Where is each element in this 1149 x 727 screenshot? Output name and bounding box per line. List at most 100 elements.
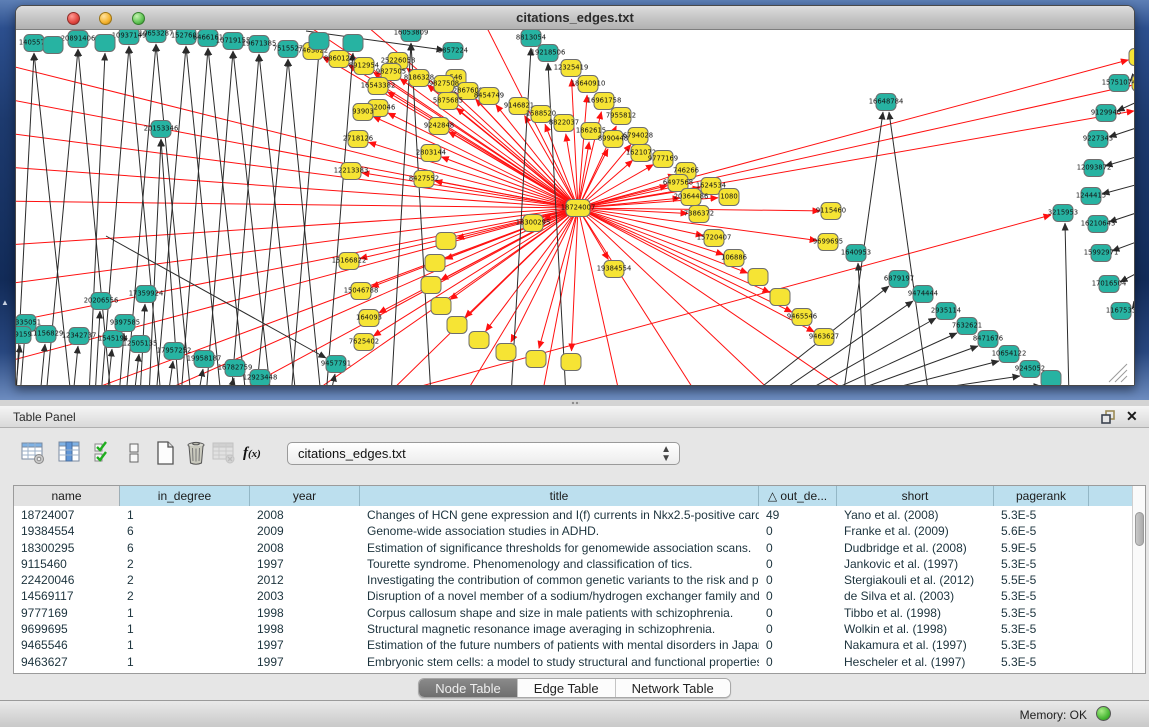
graph-node[interactable] [431,298,451,315]
graph-node[interactable] [309,33,329,50]
table-cell[interactable]: 2008 [250,507,360,523]
table-cell[interactable]: Franke et al. (2009) [837,523,994,539]
table-cell[interactable]: 1997 [250,556,360,572]
table-row[interactable]: 2242004622012Investigating the contribut… [14,572,1133,588]
column-header-year[interactable]: year [250,486,360,506]
graph-node[interactable] [496,344,516,361]
table-cell[interactable]: 6 [120,523,250,539]
table-settings-button[interactable] [20,440,46,466]
table-cell[interactable]: 5.3E-5 [994,507,1089,523]
graph-node[interactable] [1129,49,1134,66]
column-header-name[interactable]: name [14,486,120,506]
table-cell[interactable]: 18300295 [14,540,120,556]
table-cell[interactable]: 5.3E-5 [994,605,1089,621]
network-canvas[interactable]: 1872400774638228860128891295425226058982… [16,30,1134,385]
table-cell[interactable]: Dudbridge et al. (2008) [837,540,994,556]
column-header-short[interactable]: short [837,486,994,506]
close-panel-icon[interactable]: ✕ [1126,408,1138,425]
table-cell[interactable]: 5.3E-5 [994,654,1089,670]
table-cell[interactable]: 0 [759,605,837,621]
table-cell[interactable]: Nakamura et al. (1997) [837,637,994,653]
graph-node[interactable] [343,35,363,52]
vertical-scrollbar[interactable] [1132,486,1145,673]
column-header-in_degree[interactable]: in_degree [120,486,250,506]
table-cell[interactable]: Changes of HCN gene expression and I(f) … [360,507,759,523]
table-cell[interactable]: 5.6E-5 [994,523,1089,539]
table-cell[interactable]: Estimation of the future numbers of pati… [360,637,759,653]
table-row[interactable]: 946554611997Estimation of the future num… [14,637,1133,653]
table-cell[interactable]: 1997 [250,654,360,670]
table-cell[interactable]: Wolkin et al. (1998) [837,621,994,637]
table-cell[interactable]: 0 [759,654,837,670]
tab-network-table[interactable]: Network Table [616,679,730,697]
table-cell[interactable]: 0 [759,572,837,588]
table-row[interactable]: 911546021997Tourette syndrome. Phenomeno… [14,556,1133,572]
table-cell[interactable]: 9115460 [14,556,120,572]
table-cell[interactable]: 0 [759,588,837,604]
table-cell[interactable]: 1997 [250,637,360,653]
table-cell[interactable]: Structural magnetic resonance image aver… [360,621,759,637]
table-row[interactable]: 1456911722003Disruption of a novel membe… [14,588,1133,604]
divider-handle-icon[interactable] [571,401,580,405]
graph-node[interactable] [43,37,63,54]
table-cell[interactable]: 2 [120,556,250,572]
column-header-title[interactable]: title [360,486,759,506]
table-cell[interactable]: 1998 [250,605,360,621]
new-table-button[interactable] [153,440,179,466]
table-cell[interactable]: 5.5E-5 [994,572,1089,588]
table-cell[interactable]: Investigating the contribution of common… [360,572,759,588]
float-panel-icon[interactable] [1101,410,1117,424]
table-cell[interactable]: 5.9E-5 [994,540,1089,556]
function-builder-button[interactable]: f(x) [243,440,273,466]
table-cell[interactable]: Embryonic stem cells: a model to study s… [360,654,759,670]
column-header-pagerank[interactable]: pagerank [994,486,1089,506]
table-cell[interactable]: 1 [120,654,250,670]
table-cell[interactable]: Corpus callosum shape and size in male p… [360,605,759,621]
table-cell[interactable]: Disruption of a novel member of a sodium… [360,588,759,604]
scrollbar-thumb[interactable] [1135,512,1144,546]
graph-node[interactable] [425,255,445,272]
graph-node[interactable] [748,269,768,286]
table-cell[interactable]: Genome-wide association studies in ADHD. [360,523,759,539]
table-row[interactable]: 1938455462009Genome-wide association stu… [14,523,1133,539]
graph-node[interactable] [561,354,581,371]
table-row[interactable]: 1830029562008Estimation of significance … [14,540,1133,556]
table-cell[interactable]: 1 [120,605,250,621]
table-cell[interactable]: Estimation of significance thresholds fo… [360,540,759,556]
table-cell[interactable]: de Silva et al. (2003) [837,588,994,604]
table-cell[interactable]: 5.3E-5 [994,588,1089,604]
table-cell[interactable]: 0 [759,637,837,653]
graph-node[interactable] [1041,371,1061,386]
table-cell[interactable]: 19384554 [14,523,120,539]
table-cell[interactable]: 5.3E-5 [994,556,1089,572]
table-cell[interactable]: Jankovic et al. (1997) [837,556,994,572]
table-cell[interactable]: 2 [120,588,250,604]
graph-node[interactable] [526,351,546,368]
delete-table-button[interactable] [183,440,209,466]
check-columns-button[interactable] [92,440,118,466]
table-cell[interactable]: 0 [759,556,837,572]
table-cell[interactable]: Stergiakouli et al. (2012) [837,572,994,588]
table-cell[interactable]: 6 [120,540,250,556]
graph-node[interactable] [436,233,456,250]
table-cell[interactable]: 0 [759,621,837,637]
select-columns-button[interactable] [57,440,83,466]
table-cell[interactable]: Hescheler et al. (1997) [837,654,994,670]
table-cell[interactable]: 0 [759,540,837,556]
graph-node[interactable] [95,35,115,52]
table-cell[interactable]: 9465546 [14,637,120,653]
table-cell[interactable]: 2008 [250,540,360,556]
table-cell[interactable]: 2012 [250,572,360,588]
graph-node[interactable] [469,332,489,349]
table-cell[interactable]: 22420046 [14,572,120,588]
table-cell[interactable]: Tourette syndrome. Phenomenology and cla… [360,556,759,572]
table-cell[interactable]: 2003 [250,588,360,604]
table-cell[interactable]: 18724007 [14,507,120,523]
table-cell[interactable]: Yano et al. (2008) [837,507,994,523]
table-cell[interactable]: 5.3E-5 [994,637,1089,653]
table-cell[interactable]: 49 [759,507,837,523]
table-cell[interactable]: 9463627 [14,654,120,670]
table-row[interactable]: 946362711997Embryonic stem cells: a mode… [14,654,1133,670]
collapsed-panel-chevron[interactable]: ▲ [1,298,9,307]
table-cell[interactable]: 1 [120,507,250,523]
